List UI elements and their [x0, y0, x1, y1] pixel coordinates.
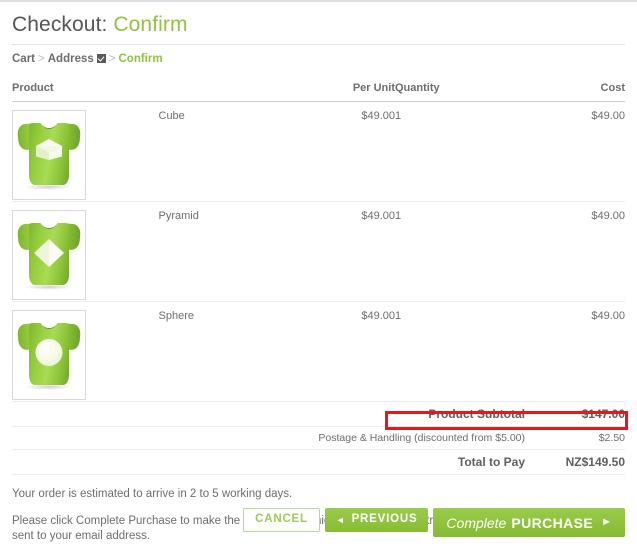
pyramid-icon [34, 239, 64, 267]
tshirt-shadow [24, 184, 74, 190]
delivery-estimate-text: Your order is estimated to arrive in 2 t… [12, 488, 293, 500]
totals-row-total: Total to Pay NZ$149.50 [12, 449, 625, 475]
tshirt-shadow [24, 384, 74, 390]
cancel-button[interactable]: CANCEL [243, 508, 320, 532]
column-header-product: Product [12, 82, 305, 102]
tshirt-graphic [16, 117, 82, 190]
complete-purchase-button[interactable]: Complete PURCHASE ► [433, 508, 625, 537]
cart-table-header-row: Product Per Unit Quantity Cost [12, 82, 625, 102]
product-thumbnail-cell [12, 301, 159, 402]
tshirt-sphere-icon [12, 310, 86, 400]
column-header-per-unit: Per Unit [305, 82, 395, 102]
subtotal-label: Product Subtotal [12, 402, 537, 427]
breadcrumb-separator: > [38, 53, 45, 65]
page-title-prefix: Checkout: [12, 13, 108, 36]
product-per-unit: $49.00 [305, 101, 395, 202]
product-per-unit: $49.00 [305, 201, 395, 302]
product-cost: $49.00 [475, 201, 625, 302]
product-name: Cube [158, 101, 305, 202]
tshirt-graphic [16, 217, 82, 290]
breadcrumb-item-address[interactable]: Address [48, 53, 94, 65]
product-thumbnail-cell [12, 201, 159, 302]
totals-table: Product Subtotal $147.00 Postage & Handl… [12, 402, 625, 475]
table-row: Pyramid $49.00 1 $49.00 [12, 201, 625, 302]
product-quantity: 1 [395, 101, 475, 202]
checked-checkbox-icon [96, 54, 106, 63]
tshirt-cube-icon [12, 110, 86, 200]
arrow-left-icon: ◄ [335, 514, 346, 525]
table-row: Cube $49.00 1 $49.00 [12, 101, 625, 202]
purchase-button-label-bold: PURCHASE [511, 514, 594, 531]
total-to-pay-value: NZ$149.50 [537, 449, 625, 475]
tshirt-graphic [16, 317, 82, 390]
product-cost: $49.00 [475, 301, 625, 402]
cart-table: Product Per Unit Quantity Cost Cube $49.… [12, 82, 625, 402]
product-quantity: 1 [395, 301, 475, 402]
breadcrumb: Cart > Address > Confirm [12, 45, 625, 66]
product-per-unit: $49.00 [305, 301, 395, 402]
tshirt-shadow [24, 284, 74, 290]
postage-label: Postage & Handling (discounted from $5.0… [12, 426, 537, 450]
totals-row-postage: Postage & Handling (discounted from $5.0… [12, 426, 625, 450]
previous-button[interactable]: ◄ PREVIOUS [324, 508, 429, 532]
cart-table-head: Product Per Unit Quantity Cost [12, 82, 625, 102]
totals-row-subtotal: Product Subtotal $147.00 [12, 402, 625, 427]
checkout-confirm-page: Checkout: Confirm Cart > Address > Confirm P… [0, 0, 637, 551]
product-cost: $49.00 [475, 101, 625, 202]
postage-value: $2.50 [537, 426, 625, 450]
product-name: Sphere [158, 301, 305, 402]
column-header-quantity: Quantity [395, 82, 475, 102]
product-name: Pyramid [158, 201, 305, 302]
column-header-cost: Cost [475, 82, 625, 102]
breadcrumb-item-cart[interactable]: Cart [12, 53, 35, 65]
sphere-icon [35, 339, 63, 366]
purchase-button-label-light: Complete [446, 514, 507, 531]
subtotal-value: $147.00 [537, 402, 625, 427]
cart-table-body: Cube $49.00 1 $49.00 Pyramid $49.00 1 $4… [12, 101, 625, 402]
product-thumbnail-cell [12, 101, 159, 202]
previous-button-label: PREVIOUS [351, 513, 418, 526]
page-title: Checkout: Confirm [12, 12, 625, 44]
page-header: Checkout: Confirm Cart > Address > Confirm [0, 2, 637, 66]
product-quantity: 1 [395, 201, 475, 302]
arrow-right-icon: ► [601, 516, 612, 528]
breadcrumb-item-confirm: Confirm [118, 53, 163, 65]
breadcrumb-separator: > [108, 53, 116, 65]
tshirt-pyramid-icon [12, 210, 86, 300]
cube-icon [36, 139, 62, 167]
action-button-bar: CANCEL ◄ PREVIOUS Complete PURCHASE ► [243, 508, 625, 537]
page-title-accent: Confirm [113, 13, 188, 36]
table-row: Sphere $49.00 1 $49.00 [12, 301, 625, 402]
total-to-pay-label: Total to Pay [12, 449, 537, 475]
